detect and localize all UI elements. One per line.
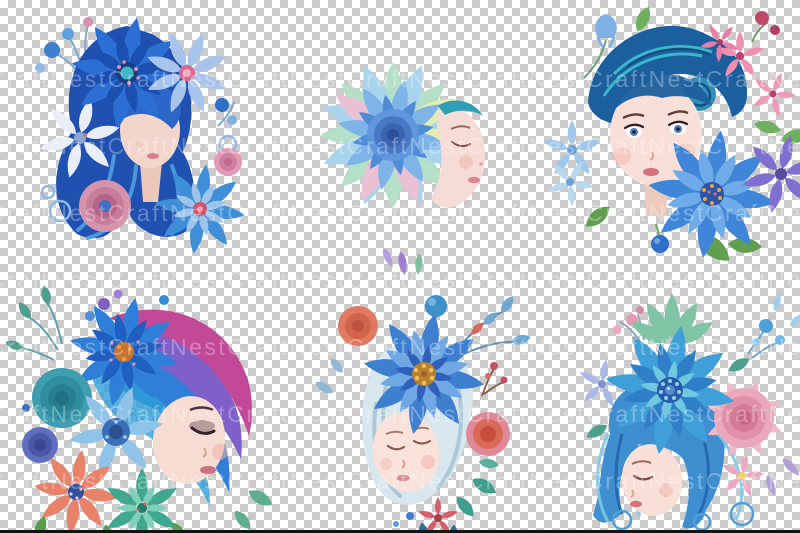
flower-coral-small: [338, 306, 378, 346]
leaves-left: [313, 356, 346, 397]
flower-coral-red: [466, 412, 510, 456]
leaves-right: [231, 486, 275, 533]
lips: [147, 153, 159, 159]
flower-blue-small: [539, 149, 603, 212]
lips: [643, 168, 659, 176]
bluebell: [595, 14, 617, 38]
clipart-girl-teal-bun-peony: [544, 4, 796, 260]
flower-blue-small: [542, 120, 602, 177]
flower-rose-small: [214, 148, 242, 176]
clipart-blue-lotus-face: [288, 14, 510, 256]
leaves-teal-right: [453, 474, 499, 520]
flower-rose-purple: [22, 427, 58, 463]
clipart-preview-canvas: CraftNestCraftNestCraftNestCraftNestCraf…: [0, 0, 800, 533]
leaves-blue: [480, 294, 531, 347]
clipart-girl-rainbow-hair: [14, 280, 266, 530]
clipart-girl-silver-blue: [306, 284, 526, 531]
blue-bud: [759, 319, 773, 333]
flower-rose-teal: [32, 368, 92, 428]
leaves-teal: [4, 284, 53, 352]
blue-bud: [425, 295, 447, 317]
flower-rose-pink: [79, 180, 131, 232]
lips: [630, 501, 642, 507]
flower-tealgreen: [104, 468, 179, 533]
lotus-lower-petals: [380, 247, 423, 276]
lips: [200, 466, 216, 474]
lips: [468, 177, 480, 183]
lips: [397, 475, 410, 481]
clipart-girl-royal-blue: [22, 6, 256, 254]
clipart-girl-wavy-blue-hair: [552, 284, 800, 531]
